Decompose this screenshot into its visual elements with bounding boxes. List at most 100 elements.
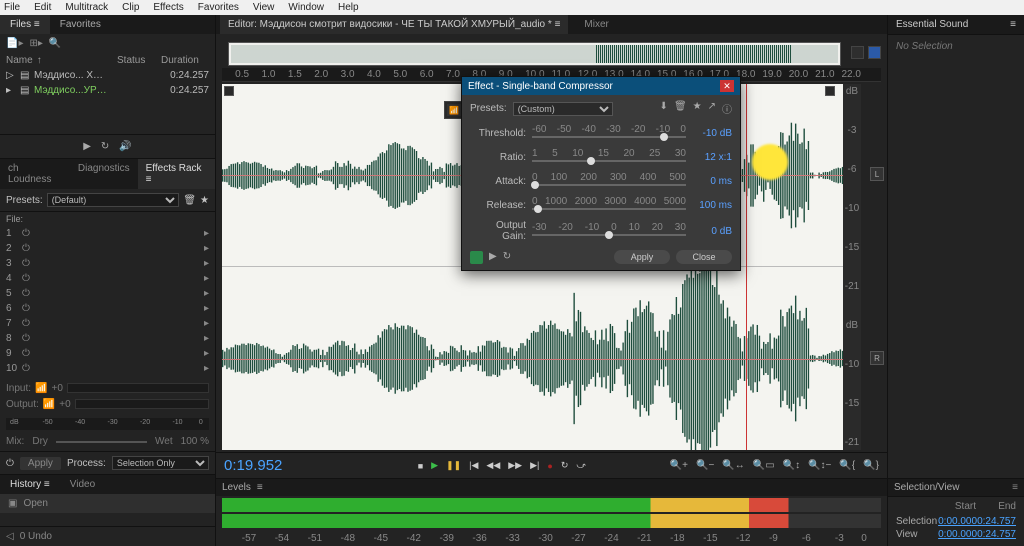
effect-dialog[interactable]: Effect - Single-band Compressor ✕ Preset… bbox=[461, 76, 741, 271]
param-slider[interactable]: -60-50-40-30-20-100 bbox=[532, 124, 686, 142]
param-slider[interactable]: 151015202530 bbox=[532, 148, 686, 166]
rack-slot[interactable]: 7⏻▸ bbox=[6, 316, 209, 331]
output-gain-value[interactable]: +0 bbox=[59, 399, 70, 410]
menu-help[interactable]: Help bbox=[338, 2, 359, 13]
effect-power-icon[interactable] bbox=[470, 251, 483, 264]
goto-start-button[interactable]: |◀ bbox=[469, 460, 478, 471]
tab-loudness[interactable]: ch Loudness bbox=[0, 159, 70, 189]
new-multitrack-icon[interactable]: ⊞▸ bbox=[29, 38, 42, 49]
settings-link-icon[interactable]: ↗ bbox=[708, 101, 716, 116]
right-channel-label[interactable]: R bbox=[870, 351, 884, 365]
loop-button[interactable]: ↻ bbox=[561, 460, 569, 471]
chevron-right-icon[interactable]: ▸ bbox=[204, 258, 209, 269]
param-value[interactable]: -10 dB bbox=[692, 128, 732, 139]
apply-button[interactable]: Apply bbox=[614, 250, 670, 264]
presets-select[interactable]: (Custom) bbox=[513, 102, 613, 116]
param-slider[interactable]: -30-20-100102030 bbox=[532, 222, 686, 240]
view-start[interactable]: 0:00.000 bbox=[938, 529, 977, 540]
zoom-in-vert-icon[interactable]: 🔍↕ bbox=[783, 460, 800, 471]
power-icon[interactable]: ⏻ bbox=[22, 228, 32, 239]
tab-effects-rack[interactable]: Effects Rack ≡ bbox=[138, 159, 215, 189]
power-icon[interactable]: ⏻ bbox=[22, 258, 32, 269]
power-icon[interactable]: ⏻ bbox=[22, 348, 32, 359]
preview-loop-icon[interactable]: ↻ bbox=[101, 141, 109, 152]
hamburger-icon[interactable]: ≡ bbox=[1010, 19, 1016, 30]
pause-button[interactable]: ❚❚ bbox=[446, 460, 461, 471]
zoom-out-vert-icon[interactable]: 🔍↕− bbox=[808, 460, 831, 471]
tab-diagnostics[interactable]: Diagnostics bbox=[70, 159, 138, 189]
chevron-right-icon[interactable]: ▸ bbox=[204, 273, 209, 284]
forward-button[interactable]: ▶▶ bbox=[508, 460, 522, 471]
hamburger-icon[interactable]: ≡ bbox=[146, 174, 152, 185]
tab-history[interactable]: History ≡ bbox=[0, 475, 60, 494]
chevron-right-icon[interactable]: ▸ bbox=[204, 303, 209, 314]
zoom-selection-icon[interactable]: 🔍▭ bbox=[753, 460, 775, 471]
param-slider[interactable]: 0100200300400500 bbox=[532, 172, 686, 190]
goto-end-button[interactable]: ▶| bbox=[530, 460, 539, 471]
skip-selection-button[interactable]: ⤻ bbox=[576, 460, 586, 471]
power-icon[interactable]: ⏻ bbox=[22, 333, 32, 344]
chevron-right-icon[interactable]: ▸ bbox=[204, 348, 209, 359]
file-row[interactable]: ▷ ▤ Мэддисо... ХМУРЫЙ.mp4 0:24.257 bbox=[0, 68, 215, 83]
hud-button[interactable] bbox=[224, 86, 234, 96]
slider-thumb[interactable] bbox=[531, 181, 539, 189]
rack-slot[interactable]: 10⏻▸ bbox=[6, 361, 209, 376]
process-select[interactable]: Selection Only bbox=[112, 456, 209, 470]
history-entry[interactable]: ▣ Open bbox=[0, 494, 215, 513]
close-button[interactable]: ✕ bbox=[720, 80, 734, 92]
presets-select[interactable]: (Default) bbox=[47, 193, 180, 207]
chevron-right-icon[interactable]: ▸ bbox=[204, 318, 209, 329]
col-duration[interactable]: Duration bbox=[161, 55, 209, 66]
hamburger-icon[interactable]: ≡ bbox=[1012, 482, 1018, 493]
preview-play-icon[interactable]: ▶ bbox=[83, 141, 91, 152]
favorite-icon[interactable]: ★ bbox=[200, 195, 209, 206]
col-status[interactable]: Status bbox=[117, 55, 161, 66]
zoom-out-icon[interactable]: 🔍− bbox=[696, 460, 714, 471]
zoom-full-icon[interactable]: 🔍↔ bbox=[722, 460, 744, 471]
menu-view[interactable]: View bbox=[253, 2, 275, 13]
close-dialog-button[interactable]: Close bbox=[676, 250, 732, 264]
param-value[interactable]: 100 ms bbox=[692, 200, 732, 211]
file-row[interactable]: ▸ ▤ Мэддисо...УРЫЙ_audio * 0:24.257 bbox=[0, 83, 215, 98]
slider-thumb[interactable] bbox=[534, 205, 542, 213]
param-value[interactable]: 0 ms bbox=[692, 176, 732, 187]
param-value[interactable]: 0 dB bbox=[692, 226, 732, 237]
selection-start[interactable]: 0:00.000 bbox=[938, 516, 977, 527]
menu-edit[interactable]: Edit bbox=[34, 2, 51, 13]
filter-icon[interactable]: 🔍 bbox=[49, 38, 61, 49]
record-button[interactable]: ● bbox=[547, 461, 552, 471]
input-gain-value[interactable]: +0 bbox=[51, 383, 62, 394]
chevron-right-icon[interactable]: ▸ bbox=[204, 333, 209, 344]
expand-icon[interactable]: ▸ bbox=[6, 85, 16, 96]
view-end[interactable]: 0:24.757 bbox=[977, 529, 1016, 540]
playhead[interactable] bbox=[746, 84, 747, 450]
preview-loop-icon[interactable]: ↻ bbox=[503, 251, 511, 264]
rack-slot[interactable]: 9⏻▸ bbox=[6, 346, 209, 361]
rack-slot[interactable]: 6⏻▸ bbox=[6, 301, 209, 316]
favorite-icon[interactable]: ★ bbox=[693, 101, 702, 116]
preview-play-icon[interactable]: ▶ bbox=[489, 251, 497, 264]
chevron-right-icon[interactable]: ▸ bbox=[204, 228, 209, 239]
power-icon[interactable]: ⏻ bbox=[22, 243, 32, 254]
overview-toggle-b[interactable] bbox=[868, 46, 881, 59]
overview-toggle-a[interactable] bbox=[851, 46, 864, 59]
rack-apply-button[interactable]: Apply bbox=[20, 457, 61, 470]
hamburger-icon[interactable]: ≡ bbox=[257, 482, 263, 493]
tab-video[interactable]: Video bbox=[60, 475, 105, 494]
zoom-in-point-icon[interactable]: 🔍{ bbox=[839, 460, 855, 471]
selection-end[interactable]: 0:24.757 bbox=[977, 516, 1016, 527]
zoom-out-point-icon[interactable]: 🔍} bbox=[863, 460, 879, 471]
trash-icon[interactable]: 🗑 bbox=[183, 195, 196, 206]
chevron-right-icon[interactable]: ▸ bbox=[204, 288, 209, 299]
hud-meter-icon[interactable]: 📶 bbox=[447, 104, 461, 116]
hamburger-icon[interactable]: ≡ bbox=[555, 19, 561, 30]
play-button[interactable]: ▶ bbox=[431, 460, 438, 471]
timecode-display[interactable]: 0:19.952 bbox=[224, 457, 334, 474]
menu-multitrack[interactable]: Multitrack bbox=[65, 2, 108, 13]
menu-favorites[interactable]: Favorites bbox=[198, 2, 239, 13]
wet-percent[interactable]: 100 % bbox=[181, 436, 209, 447]
rack-slot[interactable]: 2⏻▸ bbox=[6, 241, 209, 256]
editor-tab[interactable]: Editor: Мэддисон смотрит видосики - ЧЕ Т… bbox=[220, 15, 568, 34]
rack-slot[interactable]: 8⏻▸ bbox=[6, 331, 209, 346]
menu-file[interactable]: File bbox=[4, 2, 20, 13]
